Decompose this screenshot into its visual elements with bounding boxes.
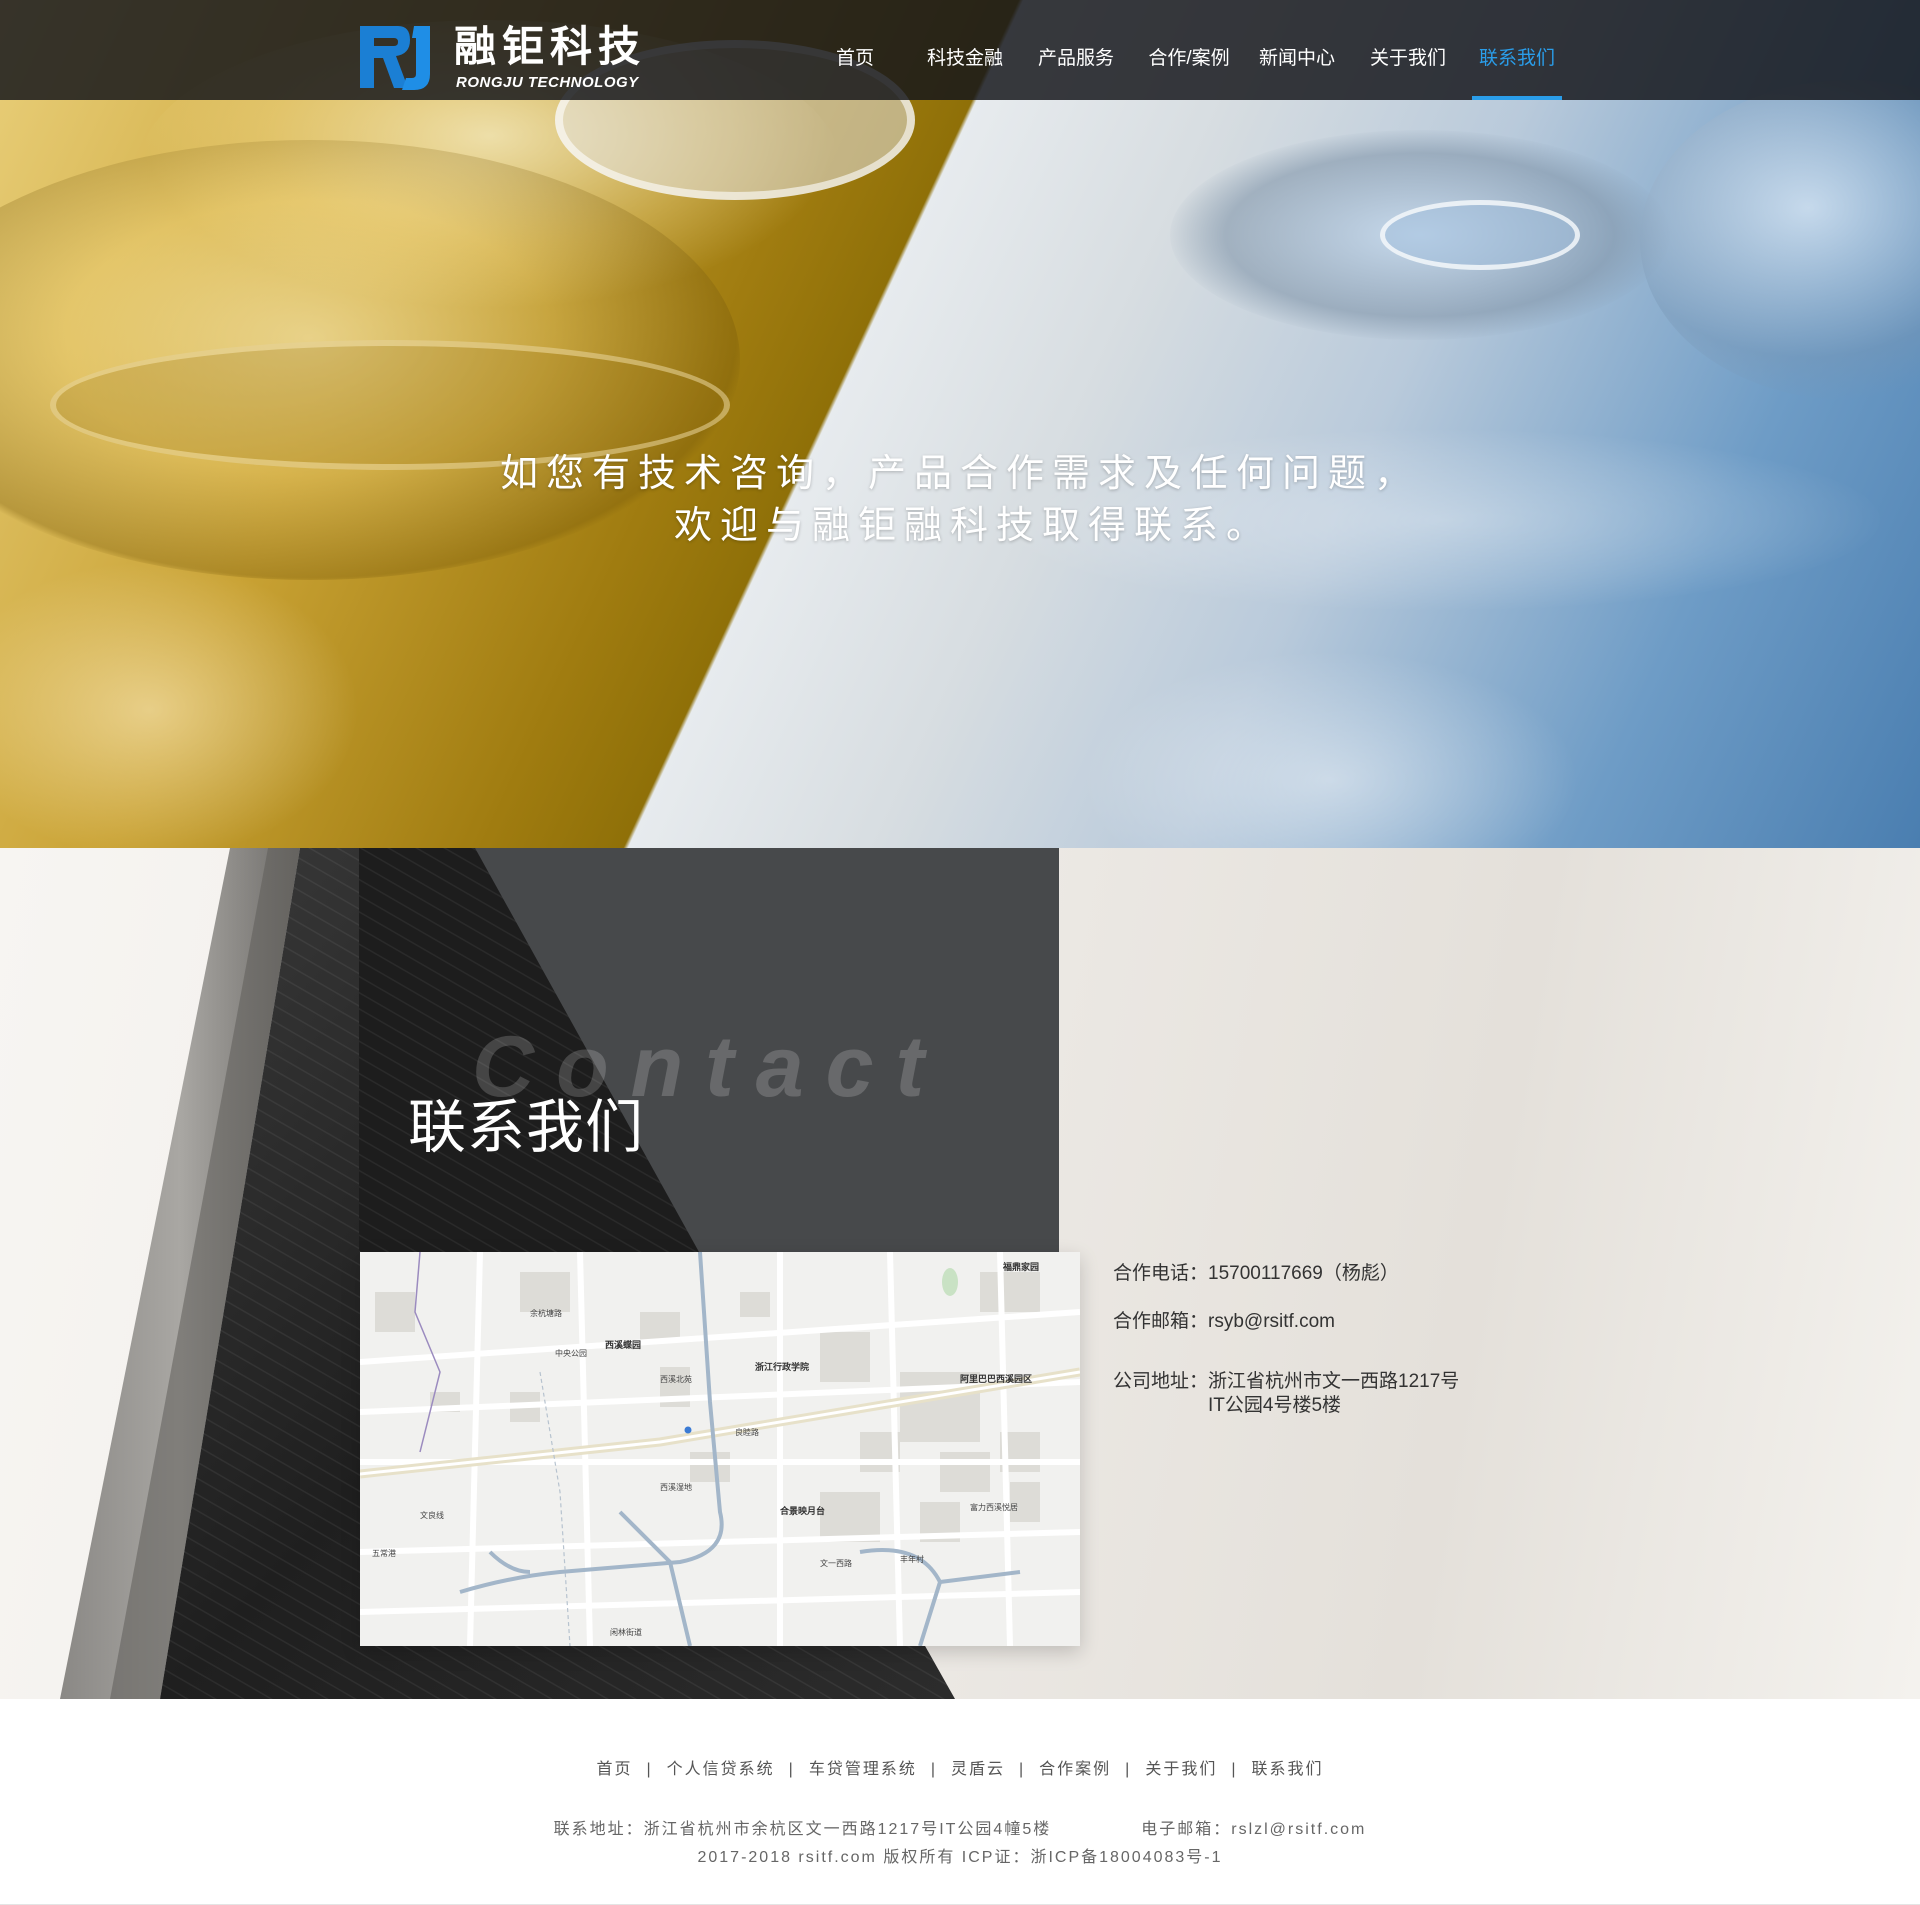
nav-home[interactable]: 首页 [834, 0, 876, 100]
hero-message: 如您有技术咨询，产品合作需求及任何问题， 欢迎与融钜融科技取得联系。 [0, 448, 1920, 552]
footer-link-about[interactable]: 关于我们 [1145, 1761, 1217, 1778]
location-map[interactable]: 福鼎家园 余杭塘路 西溪蝶园 浙江行政学院 阿里巴巴西溪园区 合景映月台 文一西… [360, 1252, 1080, 1646]
footer: 首页 | 个人信贷系统 | 车贷管理系统 | 灵盾云 | 合作案例 | 关于我们 | 联系我们 联系地址… [0, 1699, 1920, 1905]
footer-separator: | [646, 1761, 653, 1778]
map-label: 闲林街道 [610, 1628, 642, 1637]
main-nav: 首页 科技金融 产品服务 合作/案例 新闻中心 关于我们 联系我们 [800, 0, 1562, 100]
footer-separator: | [788, 1761, 795, 1778]
logo-text-en: RONGJU TECHNOLOGY [456, 74, 639, 91]
contact-title: 联系我们 [408, 1095, 645, 1160]
footer-contact-line: 联系地址：浙江省杭州市余杭区文一西路1217号IT公园4幢5楼 电子邮箱：rslz… [0, 1815, 1920, 1839]
nav-news[interactable]: 新闻中心 [1258, 0, 1336, 100]
map-label: 西溪北苑 [660, 1375, 692, 1384]
footer-copyright: 2017-2018 rsitf.com 版权所有 ICP证：浙ICP备18004… [697, 1849, 1223, 1866]
nav-about[interactable]: 关于我们 [1369, 0, 1447, 100]
map-label: 良睦路 [735, 1428, 759, 1437]
footer-address: 联系地址：浙江省杭州市余杭区文一西路1217号IT公园4幢5楼 [553, 1821, 1052, 1838]
email-value[interactable]: rsyb@rsitf.com [1208, 1310, 1335, 1334]
footer-separator: | [930, 1761, 937, 1778]
map-label: 五常港 [372, 1549, 396, 1558]
footer-separator: | [1231, 1761, 1238, 1778]
footer-link-cases[interactable]: 合作案例 [1039, 1761, 1111, 1778]
phone-row: 合作电话： 15700117669（杨彪） [1113, 1262, 1459, 1286]
footer-link-home[interactable]: 首页 [596, 1761, 632, 1778]
hero-line-1: 如您有技术咨询，产品合作需求及任何问题， [499, 453, 1420, 495]
nav-cases[interactable]: 合作/案例 [1146, 0, 1232, 100]
map-label: 中央公园 [555, 1349, 587, 1358]
map-label: 西溪湿地 [660, 1483, 692, 1492]
map-label: 合景映月台 [780, 1506, 826, 1516]
address-line-1: 浙江省杭州市文一西路1217号 [1208, 1371, 1460, 1392]
hero-decor [1380, 200, 1580, 270]
map-label: 阿里巴巴西溪园区 [960, 1374, 1033, 1384]
map-roads [360, 1252, 1080, 1646]
footer-link-lingdun-cloud[interactable]: 灵盾云 [951, 1761, 1005, 1778]
address-row: 公司地址： 浙江省杭州市文一西路1217号 IT公园4号楼5楼 [1113, 1370, 1459, 1418]
email-row: 合作邮箱： rsyb@rsitf.com [1113, 1310, 1459, 1334]
footer-link-contact[interactable]: 联系我们 [1252, 1761, 1324, 1778]
nav-products[interactable]: 产品服务 [1037, 0, 1115, 100]
footer-email[interactable]: 电子邮箱：rslzl@rsitf.com [1141, 1821, 1366, 1838]
logo-rj-icon [360, 26, 430, 90]
hero-decor [1080, 650, 1580, 848]
map-label: 浙江行政学院 [755, 1362, 810, 1372]
top-navbar: 融钜科技 RONGJU TECHNOLOGY 首页 科技金融 产品服务 合作/案… [0, 0, 1920, 100]
contact-section: Contact 联系我们 福鼎家园 余杭塘路 西溪蝶园 浙江行政学院 阿里巴巴西… [0, 848, 1920, 1699]
hero-decor [1640, 80, 1920, 400]
email-label: 合作邮箱： [1113, 1311, 1209, 1332]
footer-separator: | [1125, 1761, 1132, 1778]
address-label: 公司地址： [1113, 1371, 1209, 1392]
hero-line-2: 欢迎与融钜融科技取得联系。 [673, 505, 1272, 547]
contact-info: 合作电话： 15700117669（杨彪） 合作邮箱： rsyb@rsitf.c… [1113, 1262, 1459, 1418]
map-label: 余杭塘路 [530, 1309, 562, 1318]
nav-contact[interactable]: 联系我们 [1472, 0, 1562, 100]
map-label: 福鼎家园 [1003, 1262, 1040, 1272]
phone-value[interactable]: 15700117669（杨彪） [1208, 1262, 1399, 1286]
footer-link-car-loan-system[interactable]: 车贷管理系统 [809, 1761, 917, 1778]
map-label: 文一西路 [820, 1559, 852, 1568]
footer-links: 首页 | 个人信贷系统 | 车贷管理系统 | 灵盾云 | 合作案例 | 关于我们 | 联系我们 [0, 1755, 1920, 1779]
footer-link-credit-system[interactable]: 个人信贷系统 [667, 1761, 775, 1778]
map-label: 丰年村 [900, 1555, 924, 1564]
logo-text-cn: 融钜科技 [454, 23, 647, 70]
logo[interactable]: 融钜科技 RONGJU TECHNOLOGY [358, 24, 658, 94]
address-line-2: IT公园4号楼5楼 [1208, 1395, 1342, 1416]
phone-label: 合作电话： [1113, 1263, 1209, 1284]
hero-banner: 如您有技术咨询，产品合作需求及任何问题， 欢迎与融钜融科技取得联系。 [0, 0, 1920, 848]
hero-decor [0, 560, 360, 848]
nav-tech-finance[interactable]: 科技金融 [926, 0, 1004, 100]
map-label: 西溪蝶园 [605, 1340, 642, 1350]
map-label: 富力西溪悦居 [970, 1503, 1018, 1512]
map-label: 文良线 [420, 1511, 444, 1520]
footer-separator: | [1019, 1761, 1026, 1778]
address-value: 浙江省杭州市文一西路1217号 IT公园4号楼5楼 [1208, 1370, 1459, 1418]
